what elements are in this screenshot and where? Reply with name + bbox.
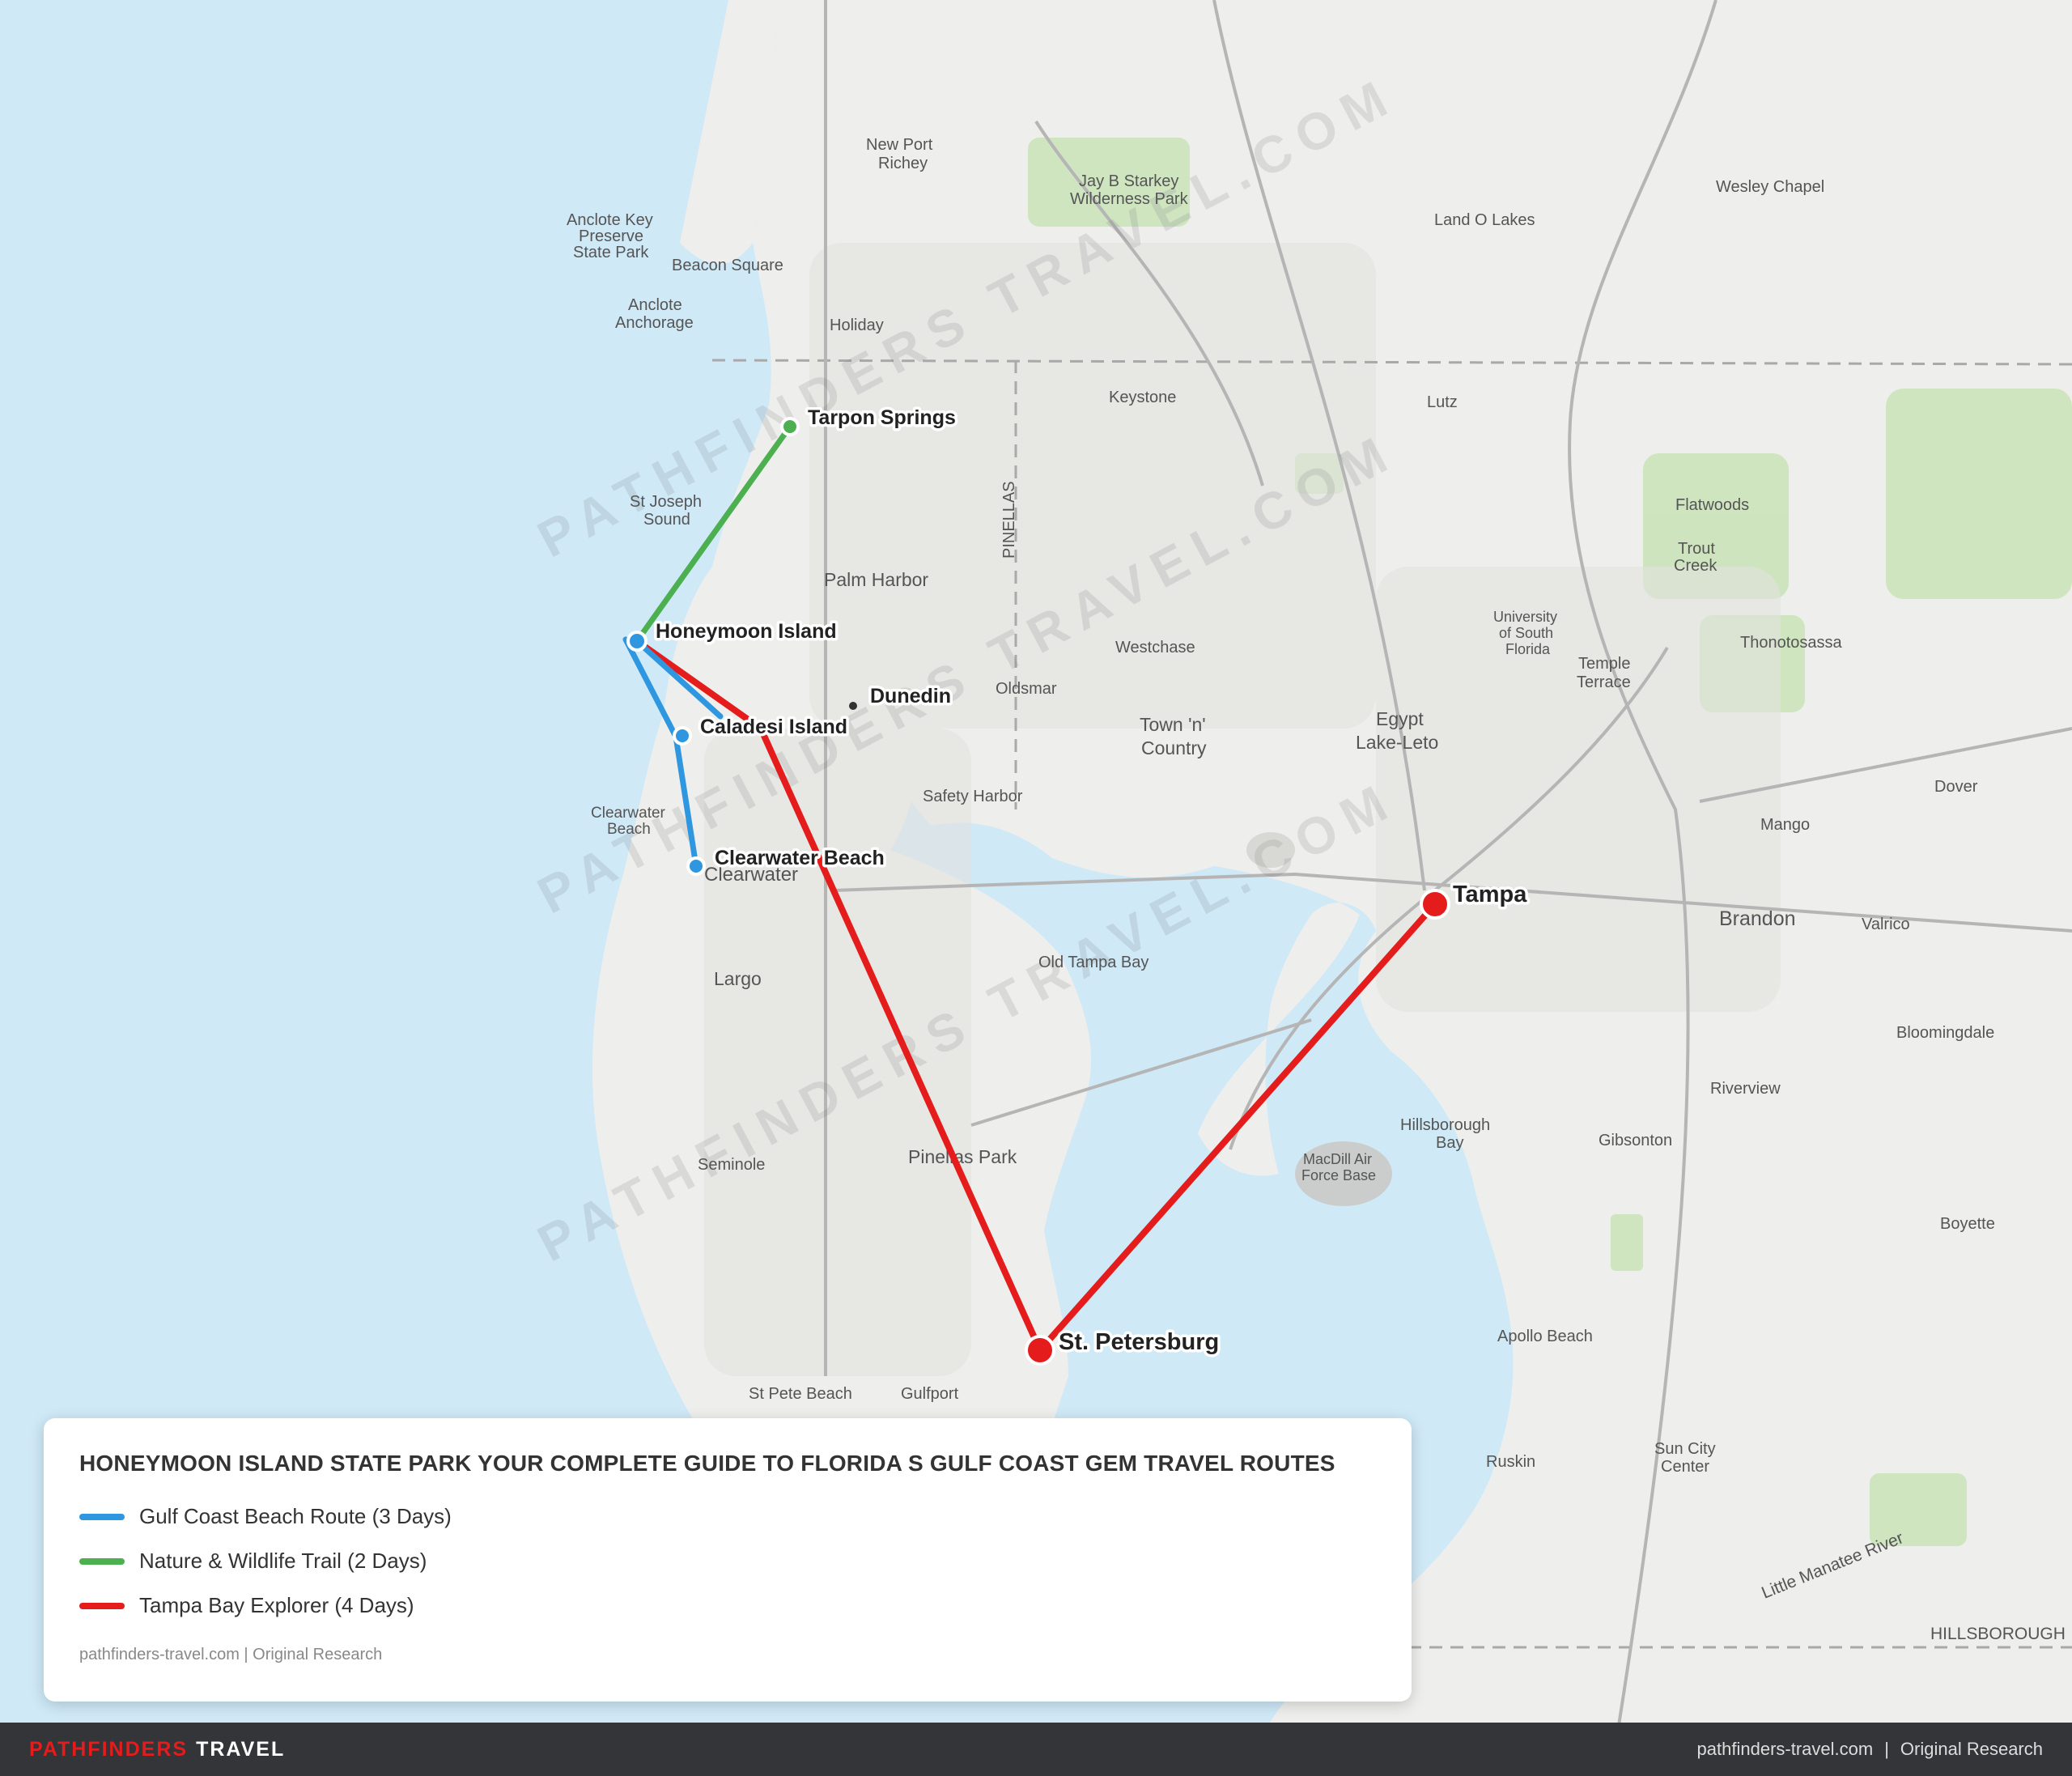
label-boyette: Boyette (1940, 1215, 1995, 1233)
footer-separator: | (1884, 1739, 1889, 1759)
label-anclote-anchorage: Anclote (628, 296, 682, 314)
label-mango: Mango (1760, 816, 1810, 834)
label-flatwoods: Flatwoods (1675, 496, 1749, 514)
legend-label: Tampa Bay Explorer (4 Days) (139, 1593, 414, 1617)
label-pinellas-county: PINELLAS (1000, 481, 1018, 559)
label-anclote-key: Anclote Key (567, 211, 653, 229)
legend-item-tampa-bay-explorer[interactable]: Tampa Bay Explorer (4 Days) (79, 1583, 1376, 1628)
footer-credit: pathfinders-travel.com | Original Research (1697, 1739, 2043, 1760)
label-apollo-beach: Apollo Beach (1497, 1328, 1593, 1345)
label-bloomingdale: Bloomingdale (1896, 1024, 1994, 1042)
label-seminole: Seminole (698, 1156, 765, 1174)
label-clearwater-beach-town: Beach (607, 821, 651, 838)
label-usf: University (1493, 609, 1557, 625)
label-hillsborough-county: HILLSBOROUGH (1930, 1625, 2066, 1643)
label-safety-harbor: Safety Harbor (923, 788, 1023, 805)
label-tampa: Tampa (1453, 882, 1527, 907)
label-caladesi-island: Caladesi Island (700, 716, 847, 738)
label-beacon-square: Beacon Square (672, 257, 783, 274)
stop-marker-honeymoon-island[interactable] (626, 631, 648, 652)
label-egypt-lake-leto: Egypt (1376, 708, 1424, 729)
stop-marker-tampa[interactable] (1420, 889, 1450, 920)
legend-swatch-green (79, 1557, 125, 1565)
label-brandon: Brandon (1719, 907, 1796, 930)
label-temple-terrace: Temple (1578, 655, 1630, 673)
label-ruskin: Ruskin (1486, 1453, 1535, 1471)
label-clearwater-beach-town: Clearwater (591, 805, 666, 822)
label-macdill-afb: MacDill Air (1303, 1151, 1372, 1167)
brand-text-primary: PATHFINDERS (29, 1737, 189, 1761)
label-anclote-key: State Park (573, 244, 649, 261)
label-thonotosassa: Thonotosassa (1740, 634, 1843, 652)
label-new-port-richey: Richey (878, 155, 928, 172)
label-riverview: Riverview (1710, 1080, 1781, 1098)
label-palm-harbor: Palm Harbor (824, 569, 928, 590)
label-wesley-chapel: Wesley Chapel (1716, 178, 1824, 196)
label-gulfport: Gulfport (901, 1385, 959, 1403)
label-trout-creek: Creek (1674, 557, 1717, 575)
label-dunedin: Dunedin (870, 685, 951, 707)
legend-swatch-red (79, 1602, 125, 1609)
stop-marker-tarpon-springs[interactable] (780, 417, 800, 436)
label-pinellas-park: Pinellas Park (908, 1146, 1017, 1167)
label-usf: of South (1499, 625, 1553, 641)
label-st-petersburg: St. Petersburg (1059, 1329, 1219, 1355)
label-sun-city-center: Center (1661, 1458, 1709, 1476)
legend-item-gulf-coast-beach-route[interactable]: Gulf Coast Beach Route (3 Days) (79, 1494, 1376, 1539)
label-temple-terrace: Terrace (1577, 673, 1631, 691)
legend-swatch-blue (79, 1513, 125, 1520)
label-keystone: Keystone (1109, 389, 1176, 406)
label-dover: Dover (1934, 778, 1978, 796)
legend-source: pathfinders-travel.com | Original Resear… (79, 1646, 383, 1663)
label-westchase: Westchase (1115, 639, 1195, 656)
label-gibsonton: Gibsonton (1599, 1132, 1672, 1149)
legend-item-nature-wildlife-trail[interactable]: Nature & Wildlife Trail (2 Days) (79, 1539, 1376, 1583)
label-valrico: Valrico (1862, 916, 1910, 933)
brand-logo[interactable]: PATHFINDERS TRAVEL (29, 1738, 285, 1761)
label-st-joseph-sound: Sound (643, 511, 690, 529)
legend-label: Gulf Coast Beach Route (3 Days) (139, 1504, 452, 1528)
label-hillsborough-bay: Hillsborough (1400, 1116, 1490, 1134)
label-hillsborough-bay: Bay (1436, 1134, 1463, 1152)
label-st-joseph-sound: St Joseph (630, 493, 702, 511)
label-town-n-country: Town 'n' (1140, 714, 1206, 735)
label-macdill-afb: Force Base (1301, 1167, 1376, 1183)
label-anclote-key: Preserve (579, 227, 643, 245)
stop-marker-dunedin[interactable] (849, 702, 857, 710)
label-jay-starkey: Wilderness Park (1070, 190, 1189, 208)
stop-marker-caladesi-island[interactable] (673, 726, 692, 746)
legend-title: HONEYMOON ISLAND STATE PARK YOUR COMPLET… (79, 1451, 1335, 1476)
label-land-o-lakes: Land O Lakes (1434, 211, 1535, 229)
label-town-n-country: Country (1141, 737, 1207, 758)
brand-text-secondary: TRAVEL (196, 1737, 286, 1761)
label-oldsmar: Oldsmar (996, 680, 1057, 698)
stop-marker-st-petersburg[interactable] (1025, 1335, 1055, 1366)
label-old-tampa-bay: Old Tampa Bay (1038, 954, 1149, 971)
legend-panel: HONEYMOON ISLAND STATE PARK YOUR COMPLET… (44, 1418, 1412, 1702)
label-anclote-anchorage: Anchorage (615, 314, 694, 332)
stop-marker-clearwater-beach[interactable] (686, 856, 706, 876)
label-trout-creek: Trout (1678, 540, 1715, 558)
label-sun-city-center: Sun City (1654, 1440, 1716, 1458)
label-egypt-lake-leto: Lake-Leto (1356, 732, 1438, 753)
footer-bar: PATHFINDERS TRAVEL pathfinders-travel.com… (0, 1723, 2072, 1776)
label-holiday: Holiday (830, 317, 884, 334)
label-lutz: Lutz (1427, 393, 1458, 411)
label-jay-starkey: Jay B Starkey (1079, 172, 1178, 190)
label-clearwater-beach: Clearwater Beach (715, 847, 885, 869)
label-honeymoon-island: Honeymoon Island (656, 620, 837, 643)
footer-note: Original Research (1900, 1739, 2043, 1759)
label-largo: Largo (714, 968, 762, 989)
legend-label: Nature & Wildlife Trail (2 Days) (139, 1549, 427, 1573)
label-usf: Florida (1505, 641, 1551, 657)
label-st-pete-beach: St Pete Beach (749, 1385, 852, 1403)
label-tarpon-springs: Tarpon Springs (808, 406, 956, 429)
label-new-port-richey: New Port (866, 136, 933, 154)
footer-site-link[interactable]: pathfinders-travel.com (1697, 1739, 1874, 1759)
